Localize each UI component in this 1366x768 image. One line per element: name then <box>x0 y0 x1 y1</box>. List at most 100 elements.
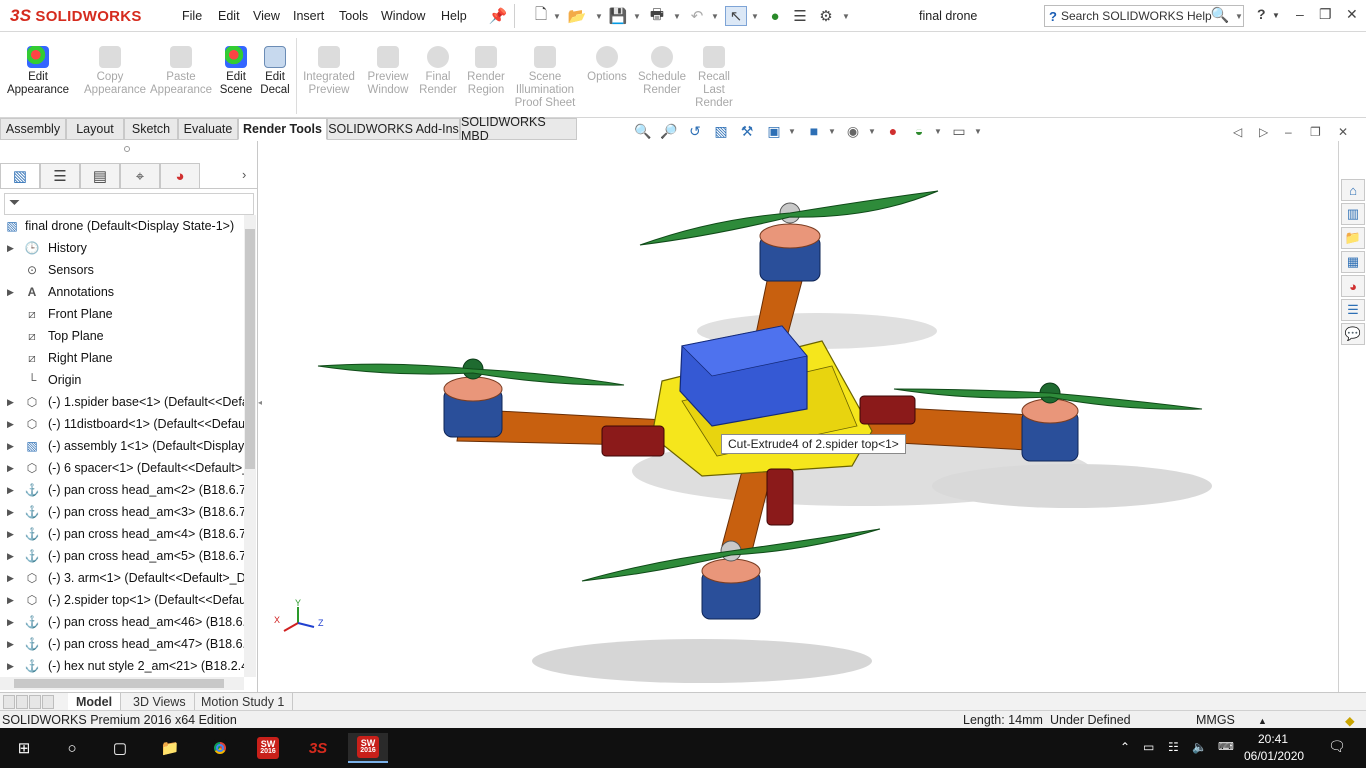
solidworks-resources-icon[interactable]: ⌂ <box>1341 179 1365 201</box>
esc-bottom[interactable] <box>766 468 794 526</box>
render-region-button[interactable]: Render Region <box>462 46 510 97</box>
render-options-button[interactable]: Options <box>584 46 630 84</box>
tree-item-component[interactable]: ▶ ⬡ (-) 1.spider base<1> (Default<<Defau… <box>0 391 244 413</box>
chrome-icon[interactable] <box>202 733 238 763</box>
tree-item-top-plane[interactable]: ⧄ Top Plane <box>0 325 244 347</box>
first-tab-icon[interactable] <box>3 695 15 709</box>
last-tab-icon[interactable] <box>42 695 54 709</box>
tree-item-component[interactable]: ▶ ▧ (-) assembly 1<1> (Default<Display S… <box>0 435 244 457</box>
tab-render-tools[interactable]: Render Tools <box>238 118 327 140</box>
chevron-down-icon[interactable]: ▼ <box>1235 6 1243 26</box>
drone-model-view[interactable]: Y X Z <box>262 141 1338 692</box>
tab-motion-study-1[interactable]: Motion Study 1 <box>193 693 294 711</box>
viewport-next-icon[interactable]: ▷ <box>1259 125 1268 139</box>
search-icon[interactable]: 🔍 <box>1209 5 1231 25</box>
tab-evaluate[interactable]: Evaluate <box>178 118 238 140</box>
tree-item-origin[interactable]: └ Origin <box>0 369 244 391</box>
chevron-down-icon[interactable]: ▼ <box>934 122 942 140</box>
network-icon[interactable]: ☷ <box>1168 740 1179 754</box>
integrated-preview-button[interactable]: Integrated Preview <box>300 46 358 97</box>
scrollbar-thumb[interactable] <box>14 679 224 688</box>
tree-root-assembly[interactable]: ▧ final drone (Default<Display State-1>) <box>0 215 244 237</box>
menu-insert[interactable]: Insert <box>293 9 324 23</box>
menu-help[interactable]: Help <box>441 9 467 23</box>
keyboard-icon[interactable]: ⌨ <box>1218 740 1234 753</box>
tab-layout[interactable]: Layout <box>66 118 124 140</box>
tab-model[interactable]: Model <box>68 693 122 711</box>
file-properties-icon[interactable]: ☰ <box>789 6 811 26</box>
esc-right[interactable] <box>859 395 916 425</box>
property-manager-tab[interactable]: ☰ <box>40 163 80 189</box>
menu-edit[interactable]: Edit <box>218 9 240 23</box>
rebuild-traffic-light-icon[interactable]: ● <box>764 6 786 26</box>
copy-appearance-button[interactable]: Copy Appearance <box>84 46 146 97</box>
schedule-render-button[interactable]: Schedule Render <box>634 46 690 97</box>
edit-appearance-icon[interactable]: ● <box>884 122 902 140</box>
tree-item-component[interactable]: ▶ ⬡ (-) 3. arm<1> (Default<<Default>_Dis… <box>0 567 244 589</box>
save-icon[interactable]: 💾 <box>607 6 629 26</box>
expand-arrow-icon[interactable]: ▶ <box>7 287 14 298</box>
battery-icon[interactable]: ▭ <box>1143 740 1154 754</box>
tree-item-component[interactable]: ▶ ⚓ (-) pan cross head_am<3> (B18.6.7M -… <box>0 501 244 523</box>
cortana-search-icon[interactable]: ○ <box>54 733 90 763</box>
expand-arrow-icon[interactable]: ▶ <box>7 617 14 628</box>
chevron-right-icon[interactable]: › <box>242 167 246 182</box>
forum-icon[interactable]: 💬 <box>1341 323 1365 345</box>
menu-view[interactable]: View <box>253 9 280 23</box>
display-manager-tab[interactable]: ◕ <box>160 163 200 189</box>
view-palette-icon[interactable]: ▦ <box>1341 251 1365 273</box>
tree-item-component[interactable]: ▶ ⚓ (-) pan cross head_am<47> (B18.6.7M … <box>0 633 244 655</box>
chevron-down-icon[interactable]: ▼ <box>673 6 681 26</box>
taskbar-clock[interactable]: 20:41 06/01/2020 <box>1244 731 1304 765</box>
expand-arrow-icon[interactable]: ▶ <box>7 551 14 562</box>
help-icon[interactable]: ? <box>1257 6 1266 22</box>
dynamic-annotation-icon[interactable]: ⚒ <box>738 122 756 140</box>
graphics-area[interactable]: Y X Z <box>262 141 1338 692</box>
viewport-minimize-icon[interactable]: – <box>1285 125 1292 139</box>
featuremanager-tree-tab[interactable]: ▧ <box>0 163 40 189</box>
restore-icon[interactable]: ❐ <box>1319 6 1332 23</box>
final-render-button[interactable]: Final Render <box>416 46 460 97</box>
display-style-icon[interactable]: ■ <box>805 122 823 140</box>
scene-illumination-button[interactable]: Scene Illumination Proof Sheet <box>512 46 578 110</box>
chevron-down-icon[interactable]: ▼ <box>1272 11 1280 20</box>
task-view-icon[interactable]: ▢ <box>102 733 138 763</box>
zoom-to-area-icon[interactable]: 🔎 <box>660 122 678 140</box>
expand-arrow-icon[interactable]: ▶ <box>7 529 14 540</box>
appearances-scenes-icon[interactable]: ◕ <box>1341 275 1365 297</box>
tree-item-component[interactable]: ▶ ⚓ (-) pan cross head_am<5> (B18.6.7M -… <box>0 545 244 567</box>
panel-split-handle[interactable] <box>124 146 130 152</box>
file-explorer-icon[interactable]: 📁 <box>1341 227 1365 249</box>
chevron-down-icon[interactable]: ▼ <box>633 6 641 26</box>
tree-vertical-scrollbar[interactable] <box>244 215 256 677</box>
expand-arrow-icon[interactable]: ▶ <box>7 463 14 474</box>
expand-arrow-icon[interactable]: ▶ <box>7 485 14 496</box>
expand-arrow-icon[interactable]: ▶ <box>7 507 14 518</box>
next-tab-icon[interactable] <box>29 695 41 709</box>
chevron-down-icon[interactable]: ▼ <box>828 122 836 140</box>
tab-solidworks-mbd[interactable]: SOLIDWORKS MBD <box>460 115 577 143</box>
tab-3d-views[interactable]: 3D Views <box>125 693 195 711</box>
expand-arrow-icon[interactable]: ▶ <box>7 397 14 408</box>
tree-item-right-plane[interactable]: ⧄ Right Plane <box>0 347 244 369</box>
tree-item-component[interactable]: ▶ ⚓ (-) pan cross head_am<2> (B18.6.7M -… <box>0 479 244 501</box>
viewport-prev-icon[interactable]: ◁ <box>1233 125 1242 139</box>
tree-item-component[interactable]: ▶ ⬡ (-) 6 spacer<1> (Default<<Default>_D… <box>0 457 244 479</box>
windows-start-icon[interactable]: ⊞ <box>6 733 42 763</box>
viewport-close-icon[interactable]: ✕ <box>1338 125 1348 139</box>
minimize-icon[interactable]: – <box>1296 6 1304 22</box>
expand-arrow-icon[interactable]: ▶ <box>7 441 14 452</box>
esc-left[interactable] <box>601 425 665 457</box>
previous-view-icon[interactable]: ↺ <box>686 122 704 140</box>
viewport-restore-icon[interactable]: ❐ <box>1310 125 1321 139</box>
open-folder-icon[interactable]: 📂 <box>566 6 588 26</box>
view-settings-icon[interactable]: ▭ <box>950 122 968 140</box>
tree-item-component[interactable]: ▶ ⚓ (-) pan cross head_am<4> (B18.6.7M -… <box>0 523 244 545</box>
menu-tools[interactable]: Tools <box>339 9 368 23</box>
scrollbar-thumb[interactable] <box>245 229 255 469</box>
chevron-down-icon[interactable]: ▼ <box>595 6 603 26</box>
ds-launcher-icon[interactable]: 3S <box>300 733 336 763</box>
paste-appearance-button[interactable]: Paste Appearance <box>150 46 212 97</box>
close-icon[interactable]: ✕ <box>1346 6 1358 23</box>
tree-item-component[interactable]: ▶ ⬡ (-) 2.spider top<1> (Default<<Defaul… <box>0 589 244 611</box>
